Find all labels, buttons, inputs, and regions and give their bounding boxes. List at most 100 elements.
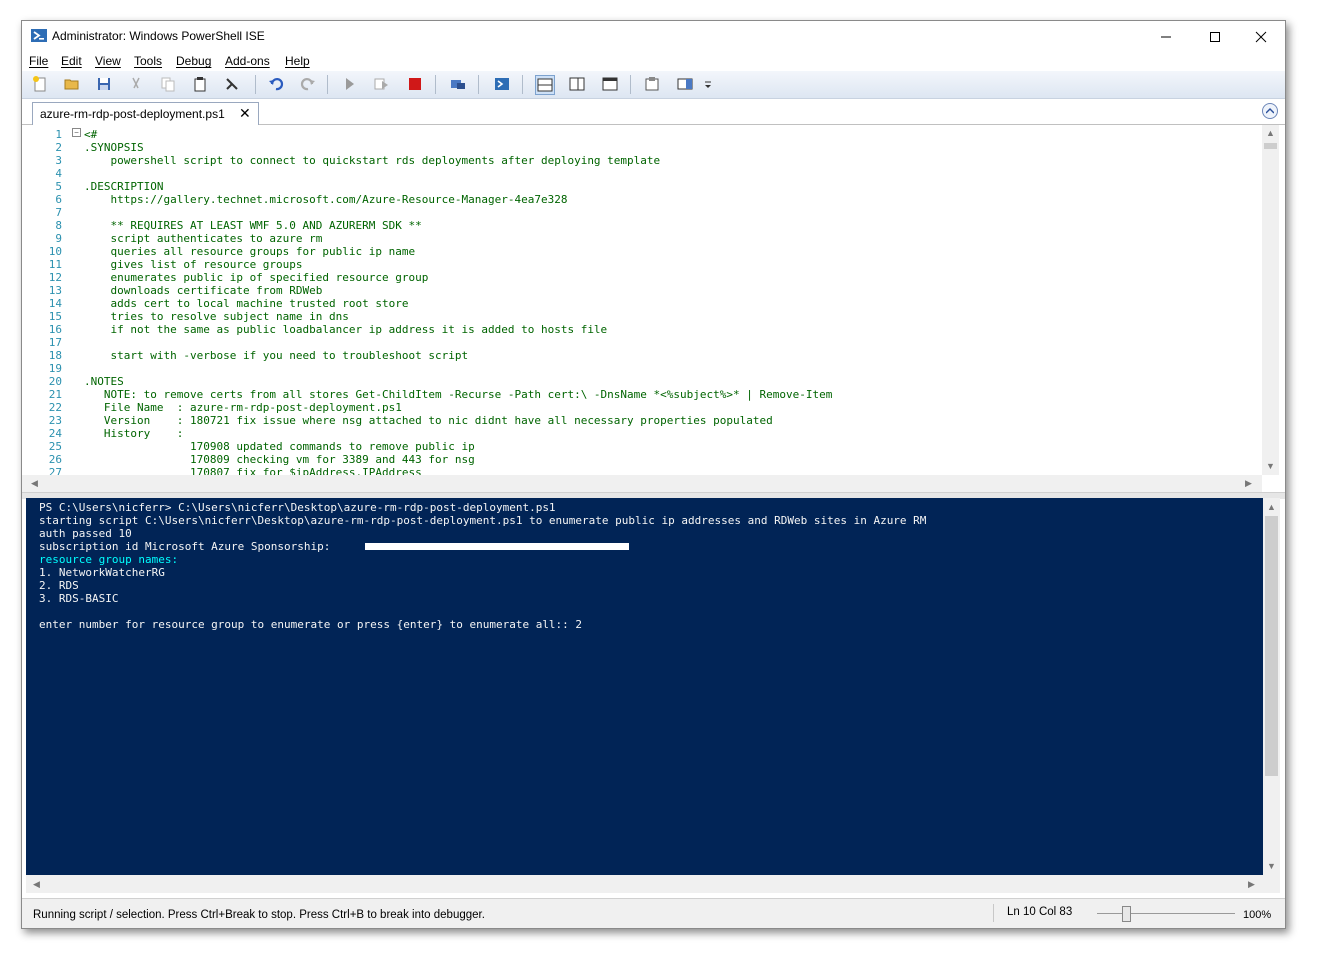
code-line: https://gallery.technet.microsoft.com/Az… bbox=[84, 193, 568, 206]
copy-icon[interactable] bbox=[159, 75, 177, 93]
fold-toggle-icon[interactable]: − bbox=[72, 128, 81, 137]
code-line: .DESCRIPTION bbox=[84, 180, 164, 193]
powershell-ise-app-icon bbox=[31, 28, 47, 44]
script-editor[interactable]: 1 2 3 4 5 6 7 8 9 10 11 12 13 14 15 16 17 18 19 20 21 22 23 24 2… bbox=[22, 125, 1285, 492]
line-number: 12 bbox=[48, 271, 62, 284]
paste-icon[interactable] bbox=[191, 75, 209, 93]
title-bar: Administrator: Windows PowerShell ISE bbox=[22, 21, 1285, 52]
minimize-button[interactable] bbox=[1143, 21, 1189, 52]
code-line: downloads certificate from RDWeb bbox=[84, 284, 323, 297]
console-line: resource group names: bbox=[39, 553, 179, 566]
toolbar-separator bbox=[478, 75, 479, 94]
menu-bar: File Edit View Tools Debug Add-ons Help bbox=[22, 52, 1285, 71]
code-line: NOTE: to remove certs from all stores Ge… bbox=[84, 388, 833, 401]
run-selection-icon[interactable] bbox=[372, 75, 390, 93]
redo-icon[interactable] bbox=[299, 75, 317, 93]
menu-edit[interactable]: Edit bbox=[61, 54, 82, 68]
maximize-button[interactable] bbox=[1192, 21, 1238, 52]
console-line: 1. NetworkWatcherRG bbox=[39, 566, 165, 579]
code-line: 170908 updated commands to remove public… bbox=[84, 440, 475, 453]
collapse-script-pane-icon[interactable] bbox=[1262, 103, 1278, 119]
code-line: ** REQUIRES AT LEAST WMF 5.0 AND AZURERM… bbox=[84, 219, 422, 232]
redacted-subscription-id bbox=[365, 543, 629, 550]
console-horizontal-scrollbar[interactable]: ◀ ▶ bbox=[26, 875, 1280, 893]
start-powershell-icon[interactable] bbox=[493, 75, 511, 93]
line-number: 7 bbox=[55, 206, 62, 219]
toolbar-separator bbox=[630, 75, 631, 94]
editor-vertical-scrollbar[interactable]: ▲ ▼ bbox=[1262, 125, 1279, 475]
scroll-up-icon[interactable]: ▲ bbox=[1262, 128, 1279, 138]
code-line: enumerates public ip of specified resour… bbox=[84, 271, 429, 284]
line-number: 16 bbox=[48, 323, 62, 336]
zoom-slider-track[interactable] bbox=[1097, 913, 1235, 914]
menu-view[interactable]: View bbox=[95, 54, 121, 68]
code-line: script authenticates to azure rm bbox=[84, 232, 323, 245]
menu-file[interactable]: File bbox=[29, 54, 48, 68]
code-line: powershell script to connect to quicksta… bbox=[84, 154, 661, 167]
code-line: if not the same as public loadbalancer i… bbox=[84, 323, 608, 336]
scroll-down-icon[interactable]: ▼ bbox=[1263, 861, 1280, 871]
line-number: 8 bbox=[55, 219, 62, 232]
close-button[interactable] bbox=[1238, 21, 1284, 52]
show-script-pane-right-icon[interactable] bbox=[568, 75, 586, 93]
scroll-right-icon[interactable]: ▶ bbox=[1243, 879, 1260, 890]
toolbar-separator bbox=[435, 75, 436, 94]
tab-azure-rm-rdp-post-deployment[interactable]: azure-rm-rdp-post-deployment.ps1 ✕ bbox=[32, 102, 259, 125]
code-line: .NOTES bbox=[84, 375, 124, 388]
line-number: 3 bbox=[55, 154, 62, 167]
script-tab-strip: azure-rm-rdp-post-deployment.ps1 ✕ bbox=[22, 99, 1285, 125]
stop-icon[interactable] bbox=[406, 75, 424, 93]
tab-label: azure-rm-rdp-post-deployment.ps1 bbox=[40, 107, 225, 121]
undo-icon[interactable] bbox=[267, 75, 285, 93]
code-line: Version : 180721 fix issue where nsg att… bbox=[84, 414, 773, 427]
code-line: gives list of resource groups bbox=[84, 258, 303, 271]
show-command-window-icon[interactable] bbox=[643, 75, 661, 93]
show-script-pane-top-icon[interactable] bbox=[535, 75, 555, 95]
line-number: 15 bbox=[48, 310, 62, 323]
scroll-up-icon[interactable]: ▲ bbox=[1263, 502, 1280, 512]
editor-scroll-thumb[interactable] bbox=[1264, 143, 1277, 149]
console-line: auth passed 10 bbox=[39, 527, 132, 540]
code-line: queries all resource groups for public i… bbox=[84, 245, 416, 258]
show-script-pane-maximized-icon[interactable] bbox=[601, 75, 619, 93]
console-scroll-thumb[interactable] bbox=[1265, 516, 1278, 776]
console-vertical-scrollbar[interactable]: ▲ ▼ bbox=[1263, 498, 1280, 875]
zoom-slider-thumb[interactable] bbox=[1122, 906, 1131, 922]
line-number: 1 bbox=[55, 128, 62, 141]
new-remote-tab-icon[interactable] bbox=[449, 75, 467, 93]
toolbar-overflow-icon[interactable] bbox=[703, 75, 713, 93]
code-line: History : bbox=[84, 427, 184, 440]
status-message: Running script / selection. Press Ctrl+B… bbox=[33, 909, 485, 921]
save-icon[interactable] bbox=[95, 75, 113, 93]
line-number: 25 bbox=[48, 440, 62, 453]
new-script-icon[interactable] bbox=[31, 75, 49, 93]
line-number: 22 bbox=[48, 401, 62, 414]
scroll-left-icon[interactable]: ◀ bbox=[26, 478, 43, 489]
scroll-down-icon[interactable]: ▼ bbox=[1262, 461, 1279, 471]
open-folder-icon[interactable] bbox=[63, 75, 81, 93]
line-number: 14 bbox=[48, 297, 62, 310]
line-number: 17 bbox=[48, 336, 62, 349]
line-number: 13 bbox=[48, 284, 62, 297]
console-line: PS C:\Users\nicferr> C:\Users\nicferr\De… bbox=[39, 501, 556, 514]
cut-icon[interactable] bbox=[127, 75, 145, 93]
powershell-ise-window: Administrator: Windows PowerShell ISE Fi… bbox=[21, 20, 1286, 929]
run-script-icon[interactable] bbox=[340, 75, 358, 93]
line-number: 5 bbox=[55, 180, 62, 193]
console-pane[interactable]: PS C:\Users\nicferr> C:\Users\nicferr\De… bbox=[26, 498, 1263, 875]
scroll-left-icon[interactable]: ◀ bbox=[28, 879, 45, 890]
menu-debug[interactable]: Debug bbox=[176, 54, 211, 68]
menu-help[interactable]: Help bbox=[285, 54, 310, 68]
menu-tools[interactable]: Tools bbox=[134, 54, 162, 68]
console-line: subscription id Microsoft Azure Sponsors… bbox=[39, 540, 331, 553]
menu-addons[interactable]: Add-ons bbox=[225, 54, 270, 68]
scroll-right-icon[interactable]: ▶ bbox=[1240, 478, 1257, 489]
window-title: Administrator: Windows PowerShell ISE bbox=[52, 29, 265, 43]
clear-icon[interactable] bbox=[223, 75, 241, 93]
code-line: 170807 fix for $ipAddress.IPAddress bbox=[84, 466, 422, 475]
tab-close-icon[interactable]: ✕ bbox=[239, 106, 251, 120]
code-area[interactable]: <# .SYNOPSIS powershell script to connect… bbox=[84, 125, 1254, 475]
editor-horizontal-scrollbar[interactable]: ◀ ▶ bbox=[22, 475, 1262, 492]
line-number: 19 bbox=[48, 362, 62, 375]
show-command-addon-icon[interactable] bbox=[676, 75, 694, 93]
